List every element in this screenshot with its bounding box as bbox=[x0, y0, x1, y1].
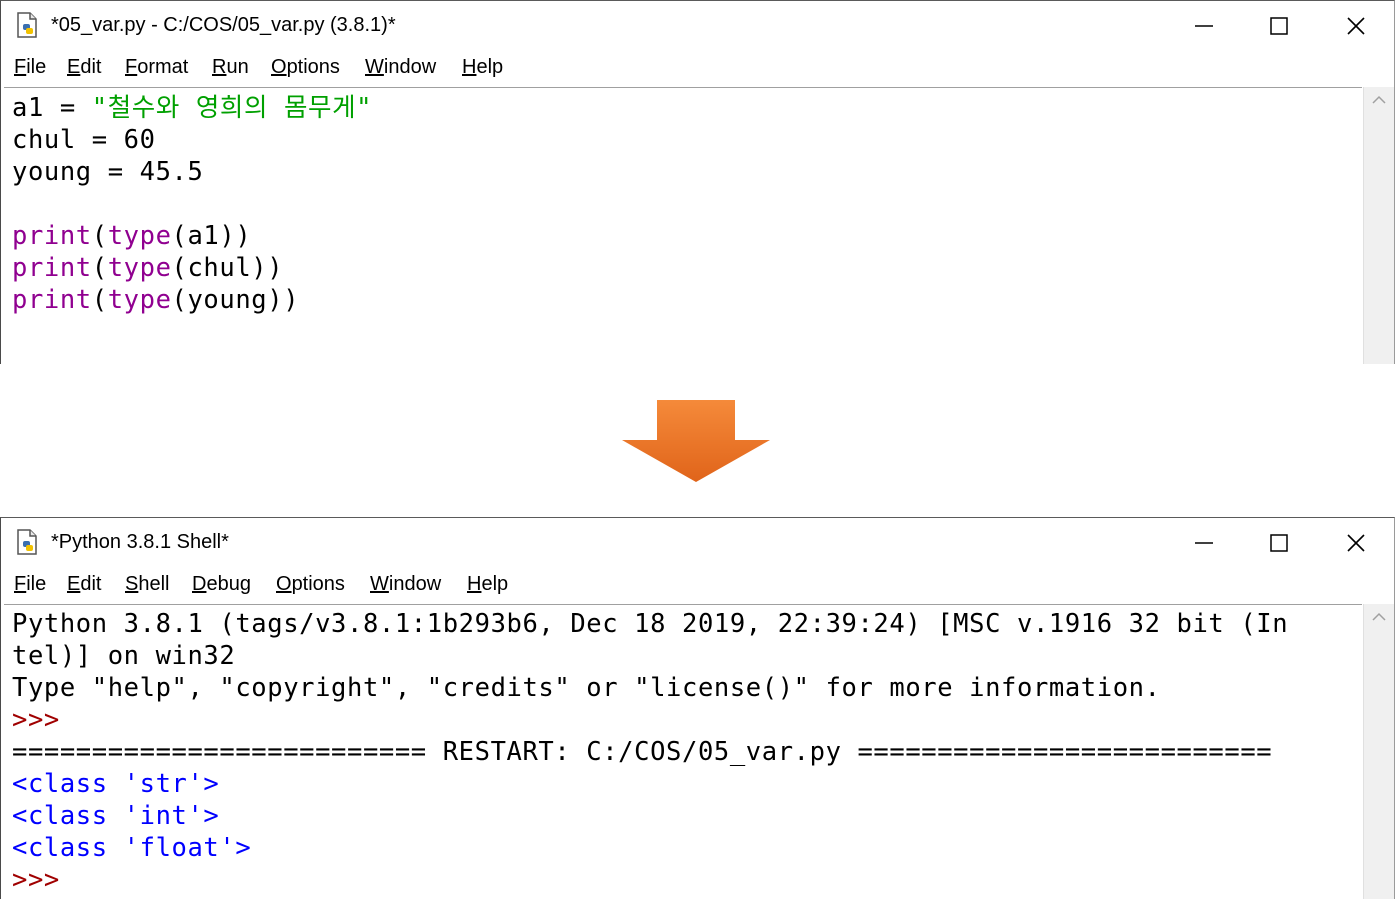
shell-line: ========================== RESTART: C:/C… bbox=[12, 737, 1273, 767]
shell-scrollbar[interactable] bbox=[1363, 604, 1394, 899]
shell-output: <class 'str'> bbox=[12, 769, 220, 799]
scroll-up-arrow-icon[interactable] bbox=[1372, 612, 1386, 622]
code-line: print(type(chul)) bbox=[12, 253, 284, 283]
editor-menubar: File Edit Format Run Options Window Help bbox=[1, 51, 1394, 85]
minimize-icon bbox=[1195, 25, 1213, 27]
scroll-up-arrow-icon[interactable] bbox=[1372, 95, 1386, 105]
close-icon bbox=[1347, 534, 1365, 552]
menu-window[interactable]: Window bbox=[370, 573, 441, 596]
editor-window: *05_var.py - C:/COS/05_var.py (3.8.1)* F… bbox=[0, 0, 1395, 364]
menu-options[interactable]: Options bbox=[271, 56, 340, 79]
code-line: print(type(a1)) bbox=[12, 221, 252, 251]
minimize-icon bbox=[1195, 542, 1213, 544]
menu-shell[interactable]: Shell bbox=[125, 573, 169, 596]
menu-edit[interactable]: Edit bbox=[67, 56, 101, 79]
python-file-icon bbox=[17, 12, 37, 38]
shell-maximize-button[interactable] bbox=[1244, 520, 1314, 566]
menu-edit[interactable]: Edit bbox=[67, 573, 101, 596]
menu-debug[interactable]: Debug bbox=[192, 573, 251, 596]
code-line: print(type(young)) bbox=[12, 285, 300, 315]
shell-minimize-button[interactable] bbox=[1169, 520, 1239, 566]
editor-close-button[interactable] bbox=[1321, 3, 1391, 49]
shell-prompt: >>> bbox=[12, 865, 76, 895]
shell-close-button[interactable] bbox=[1321, 520, 1391, 566]
shell-prompt: >>> bbox=[12, 705, 76, 735]
menu-help[interactable]: Help bbox=[462, 56, 503, 79]
shell-window: *Python 3.8.1 Shell* File Edit Shell Deb… bbox=[0, 517, 1395, 899]
code-line: young = 45.5 bbox=[12, 157, 204, 187]
down-arrow-icon bbox=[622, 400, 770, 482]
code-line: chul = 60 bbox=[12, 125, 156, 155]
python-file-icon bbox=[17, 529, 37, 555]
editor-text-area[interactable]: a1 = "철수와 영희의 몸무게" chul = 60 young = 45.… bbox=[4, 87, 1362, 364]
editor-titlebar[interactable]: *05_var.py - C:/COS/05_var.py (3.8.1)* bbox=[1, 1, 1394, 51]
shell-text-area[interactable]: Python 3.8.1 (tags/v3.8.1:1b293b6, Dec 1… bbox=[4, 604, 1362, 899]
menu-file[interactable]: File bbox=[14, 56, 46, 79]
shell-line: Type "help", "copyright", "credits" or "… bbox=[12, 673, 1161, 703]
editor-maximize-button[interactable] bbox=[1244, 3, 1314, 49]
shell-titlebar[interactable]: *Python 3.8.1 Shell* bbox=[1, 518, 1394, 568]
shell-title: *Python 3.8.1 Shell* bbox=[51, 531, 229, 553]
editor-title: *05_var.py - C:/COS/05_var.py (3.8.1)* bbox=[51, 14, 396, 36]
maximize-icon bbox=[1270, 17, 1288, 35]
shell-output: <class 'float'> bbox=[12, 833, 252, 863]
menu-window[interactable]: Window bbox=[365, 56, 436, 79]
editor-scrollbar[interactable] bbox=[1363, 87, 1394, 364]
shell-output: <class 'int'> bbox=[12, 801, 220, 831]
menu-file[interactable]: File bbox=[14, 573, 46, 596]
menu-help[interactable]: Help bbox=[467, 573, 508, 596]
menu-run[interactable]: Run bbox=[212, 56, 249, 79]
menu-format[interactable]: Format bbox=[125, 56, 188, 79]
shell-menubar: File Edit Shell Debug Options Window Hel… bbox=[1, 568, 1394, 602]
maximize-icon bbox=[1270, 534, 1288, 552]
editor-minimize-button[interactable] bbox=[1169, 3, 1239, 49]
shell-line: tel)] on win32 bbox=[12, 641, 236, 671]
shell-line: Python 3.8.1 (tags/v3.8.1:1b293b6, Dec 1… bbox=[12, 609, 1289, 639]
code-line: a1 = "철수와 영희의 몸무게" bbox=[12, 93, 373, 123]
menu-options[interactable]: Options bbox=[276, 573, 345, 596]
close-icon bbox=[1347, 17, 1365, 35]
